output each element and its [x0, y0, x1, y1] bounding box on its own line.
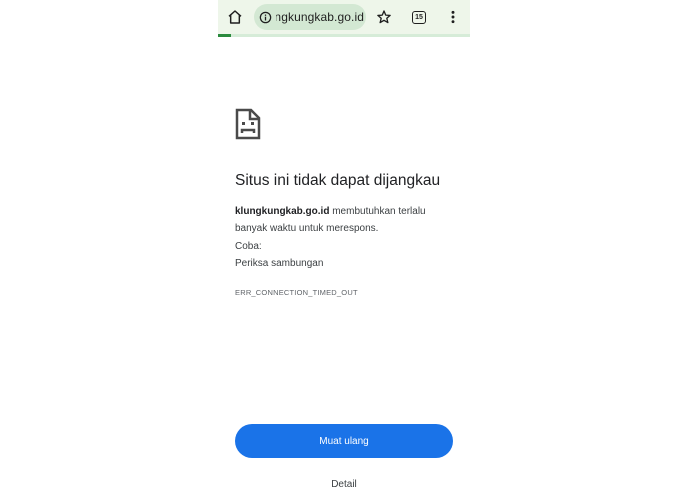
info-icon	[259, 11, 271, 23]
bookmark-button[interactable]	[372, 5, 396, 29]
progress-fill	[218, 34, 231, 37]
browser-viewport: klungkungkab.go.id 15	[218, 0, 470, 500]
tab-count-icon: 15	[412, 10, 426, 24]
error-description: klungkungkab.go.id membutuhkan terlalu b…	[235, 203, 445, 237]
sad-page-icon	[235, 108, 261, 140]
error-code: ERR_CONNECTION_TIMED_OUT	[235, 288, 358, 297]
error-domain: klungkungkab.go.id	[235, 206, 330, 217]
site-info-button[interactable]	[254, 4, 276, 30]
reload-button-label: Muat ulang	[319, 435, 369, 447]
tab-count: 15	[415, 13, 423, 21]
reload-button[interactable]: Muat ulang	[235, 424, 453, 458]
page-load-progress	[218, 34, 470, 37]
menu-button[interactable]	[441, 5, 465, 29]
error-title: Situs ini tidak dapat dijangkau	[235, 172, 441, 189]
home-icon	[228, 10, 242, 24]
address-bar[interactable]: klungkungkab.go.id	[254, 4, 366, 30]
browser-toolbar: klungkungkab.go.id 15	[218, 0, 470, 34]
more-vert-icon	[451, 10, 455, 24]
details-button[interactable]: Detail	[319, 476, 369, 492]
suggestion-item: Periksa sambungan	[235, 258, 324, 269]
tab-switcher-button[interactable]: 15	[407, 5, 431, 29]
home-button[interactable]	[223, 5, 247, 29]
star-icon	[377, 10, 391, 24]
url-text[interactable]: klungkungkab.go.id	[276, 10, 364, 24]
suggestions-label: Coba:	[235, 241, 262, 252]
details-button-label: Detail	[331, 478, 357, 490]
